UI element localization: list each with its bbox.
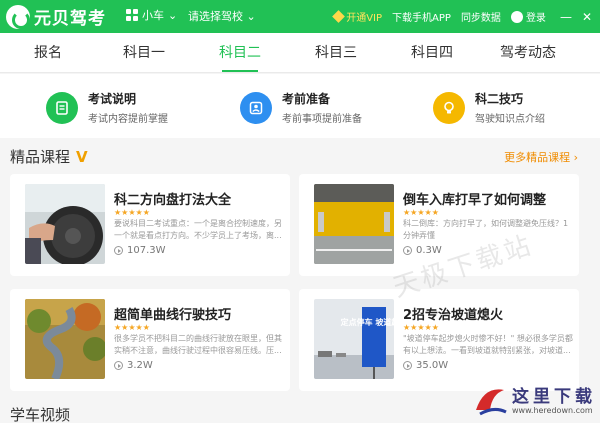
rating-stars: ★★★★★ xyxy=(114,208,150,217)
course-thumbnail xyxy=(314,184,394,264)
course-thumbnail: 定点停车 坡道起步 xyxy=(314,299,394,379)
course-description: 科二倒库：方向打早了，如何调整避免压线？1分钟弄懂 xyxy=(403,219,569,240)
minimize-button[interactable]: — xyxy=(560,10,572,24)
close-button[interactable]: ✕ xyxy=(582,10,592,24)
app-name: 元贝驾考 xyxy=(34,9,106,29)
corner-watermark: 这里下载 www.heredown.com xyxy=(470,378,600,423)
user-check-icon xyxy=(240,91,272,124)
course-description: 要说科目二考试重点：一个是离合控制速度，另一个就是看点打方向。不少学员上了考场，… xyxy=(114,219,282,240)
feature-subtitle: 考试内容提前掌握 xyxy=(88,114,168,125)
login-button[interactable]: 登录 xyxy=(510,9,546,24)
lightbulb-icon xyxy=(433,91,465,124)
logo-icon xyxy=(6,4,30,29)
course-title: 2招专治坡道熄火 xyxy=(403,308,504,323)
feature-title: 科二技巧 xyxy=(475,92,524,106)
car-type-label: 小车 xyxy=(142,9,164,22)
car-type-select[interactable]: 小车 ⌄ xyxy=(126,7,177,23)
document-icon xyxy=(46,91,78,124)
app-logo: 元贝驾考 xyxy=(6,4,106,29)
course-thumbnail xyxy=(25,299,105,379)
feature-subtitle: 考前事项提前准备 xyxy=(282,114,362,125)
course-description: 很多学员不把科目二的曲线行驶放在眼里，但其实稍不注意，曲线行驶过程中很容易压线。… xyxy=(114,334,282,355)
play-icon xyxy=(403,361,412,370)
tab-signup[interactable]: 报名 xyxy=(0,33,96,72)
sync-data-link[interactable]: 同步数据 xyxy=(461,9,501,24)
grid-icon xyxy=(126,9,138,21)
course-title: 超简单曲线行驶技巧 xyxy=(114,308,232,323)
subject-tabs: 报名 科目一 科目二 科目三 科目四 驾考动态 xyxy=(0,33,600,73)
course-card[interactable]: 定点停车 坡道起步 2招专治坡道熄火 ★★★★★ "坡道停车起步熄火时惨不好！"… xyxy=(299,289,579,391)
rating-stars: ★★★★★ xyxy=(403,323,439,332)
course-title: 倒车入库打早了如何调整 xyxy=(403,193,547,208)
play-icon xyxy=(114,361,123,370)
rating-stars: ★★★★★ xyxy=(403,208,439,217)
feature-exam-info[interactable]: 考试说明 考试内容提前掌握 xyxy=(46,90,168,125)
watermark-brand: 这里下载 xyxy=(512,387,596,407)
more-courses-link[interactable]: 更多精品课程 › xyxy=(504,149,578,165)
tab-subject-3[interactable]: 科目三 xyxy=(288,33,384,72)
watermark-url: www.heredown.com xyxy=(512,406,593,415)
view-count: 3.2W xyxy=(127,360,153,371)
premium-courses-header: 精品课程 V 更多精品课程 › xyxy=(0,138,600,174)
play-icon xyxy=(114,246,123,255)
feature-exam-prep[interactable]: 考前准备 考前事项提前准备 xyxy=(240,90,362,125)
view-count: 107.3W xyxy=(127,245,166,256)
course-description: "坡道停车起步熄火时惨不好！" 想必很多学员都有以上想法。一看到坡道就特别紧张，… xyxy=(403,334,573,355)
vip-badge-icon: V xyxy=(76,147,88,166)
school-label: 请选择驾校 xyxy=(188,10,243,23)
chevron-down-icon: ⌄ xyxy=(168,8,178,22)
watermark-logo-icon xyxy=(476,389,507,416)
feature-title: 考试说明 xyxy=(88,92,137,106)
feature-subtitle: 驾驶知识点介绍 xyxy=(475,114,545,125)
vip-label: 开通VIP xyxy=(346,13,383,24)
feature-row: 考试说明 考试内容提前掌握 考前准备 考前事项提前准备 科二技巧 驾驶知识点介绍 xyxy=(0,74,600,138)
avatar-icon xyxy=(510,10,523,23)
tab-subject-2[interactable]: 科目二 xyxy=(192,33,288,72)
vip-button[interactable]: 开通VIP xyxy=(332,9,383,24)
view-count: 35.0W xyxy=(416,360,449,371)
learning-videos-title: 学车视频 xyxy=(10,406,71,423)
download-app-link[interactable]: 下载手机APP xyxy=(392,9,451,24)
tab-exam-news[interactable]: 驾考动态 xyxy=(480,33,576,72)
play-icon xyxy=(403,246,412,255)
course-card[interactable]: 倒车入库打早了如何调整 ★★★★★ 科二倒库：方向打早了，如何调整避免压线？1分… xyxy=(299,174,579,276)
sign-text: 定点停车 坡道起步 xyxy=(340,317,394,327)
school-select[interactable]: 请选择驾校 ⌄ xyxy=(188,8,256,24)
feature-title: 考前准备 xyxy=(282,92,331,106)
course-thumbnail xyxy=(25,184,105,264)
top-bar: 元贝驾考 小车 ⌄ 请选择驾校 ⌄ 开通VIP 下载手机APP 同步数据 登录 … xyxy=(0,0,600,33)
course-title: 科二方向盘打法大全 xyxy=(114,193,232,208)
chevron-down-icon: ⌄ xyxy=(246,10,256,23)
view-count: 0.3W xyxy=(416,245,442,256)
course-card[interactable]: 科二方向盘打法大全 ★★★★★ 要说科目二考试重点：一个是离合控制速度，另一个就… xyxy=(10,174,290,276)
rating-stars: ★★★★★ xyxy=(114,323,150,332)
course-card[interactable]: 超简单曲线行驶技巧 ★★★★★ 很多学员不把科目二的曲线行驶放在眼里，但其实稍不… xyxy=(10,289,290,391)
section-title: 精品课程 xyxy=(10,148,71,166)
login-label: 登录 xyxy=(525,13,546,24)
tab-subject-4[interactable]: 科目四 xyxy=(384,33,480,72)
tab-subject-1[interactable]: 科目一 xyxy=(96,33,192,72)
diamond-icon xyxy=(332,10,346,23)
feature-subject2-tips[interactable]: 科二技巧 驾驶知识点介绍 xyxy=(433,90,545,125)
